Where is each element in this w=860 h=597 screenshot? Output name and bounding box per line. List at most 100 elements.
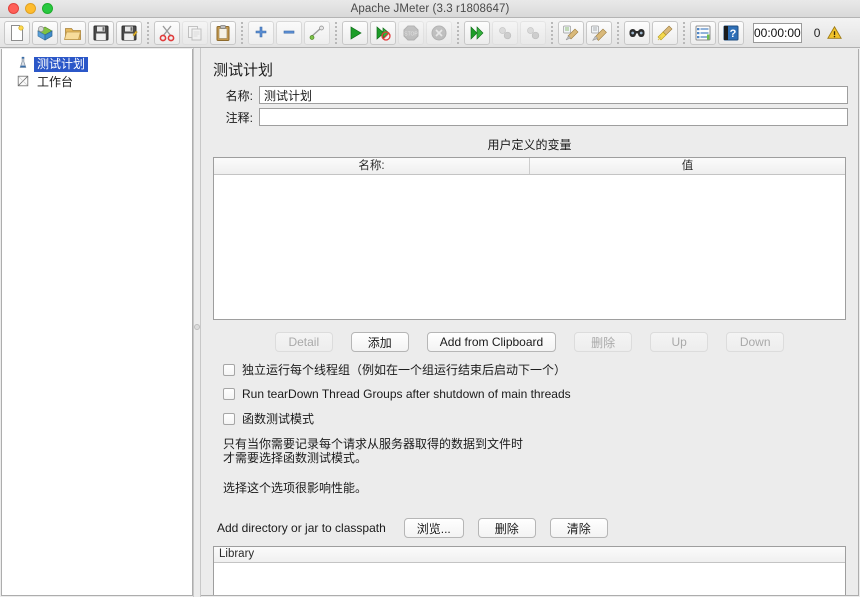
tree-node-workbench[interactable]: 工作台 (8, 73, 192, 91)
test-plan-config-panel: 测试计划 名称: 测试计划 注释: 用户定义的变量 名称: 值 Detail 添… (201, 49, 859, 596)
performance-note: 选择这个选项很影响性能。 (223, 481, 368, 495)
page-title: 测试计划 (213, 62, 274, 79)
run-teardown-label: Run tearDown Thread Groups after shutdow… (242, 387, 571, 401)
test-plan-tree-panel[interactable]: 测试计划 工作台 (1, 49, 193, 596)
table-header-row: 名称: 值 (214, 158, 845, 175)
toolbar-group-file (3, 20, 143, 45)
down-button[interactable]: Down (726, 332, 785, 352)
run-teardown-row[interactable]: Run tearDown Thread Groups after shutdow… (223, 387, 848, 401)
name-label: 名称: (225, 88, 253, 103)
svg-text:STOP: STOP (404, 31, 418, 37)
tree-node-label: 工作台 (37, 74, 74, 89)
templates-icon[interactable] (32, 20, 58, 45)
expand-all-icon[interactable] (248, 20, 274, 45)
user-defined-variables-table[interactable]: 名称: 值 (213, 157, 846, 320)
start-no-pauses-icon[interactable] (370, 20, 396, 45)
function-helper-icon[interactable] (690, 20, 716, 45)
cut-icon[interactable] (154, 20, 180, 45)
remote-shutdown-all-icon[interactable] (520, 20, 546, 45)
remote-stop-all-icon[interactable] (492, 20, 518, 45)
run-teardown-checkbox[interactable] (223, 388, 235, 400)
toolbar-group-run: STOP (341, 20, 453, 45)
toolbar-group-edit (153, 20, 237, 45)
functional-mode-checkbox[interactable] (223, 412, 235, 425)
copy-icon[interactable] (182, 20, 208, 45)
toolbar-separator (335, 21, 337, 44)
column-header-name[interactable]: 名称: (214, 158, 529, 174)
remote-start-all-icon[interactable] (464, 20, 490, 45)
classpath-label: Add directory or jar to classpath (217, 521, 386, 535)
toolbar-separator (241, 21, 243, 44)
shutdown-icon[interactable] (426, 20, 452, 45)
comment-input[interactable] (259, 108, 848, 126)
toolbar-group-remote (463, 20, 547, 45)
test-plan-icon (16, 56, 30, 73)
browse-button[interactable]: 浏览... (403, 518, 464, 538)
comment-label: 注释: (225, 110, 253, 125)
workbench-icon (16, 74, 30, 91)
window-title: Apache JMeter (3.3 r1808647) (350, 2, 510, 15)
toolbar-separator (551, 21, 553, 44)
classpath-delete-button[interactable]: 删除 (477, 518, 536, 538)
name-input[interactable]: 测试计划 (259, 86, 848, 104)
clear-icon[interactable] (558, 20, 584, 45)
serialize-threadgroups-checkbox[interactable] (223, 363, 235, 376)
functional-mode-row[interactable]: 函数测试模式 (223, 410, 848, 427)
classpath-clear-button[interactable]: 清除 (549, 518, 608, 538)
tree-node-test-plan[interactable]: 测试计划 (8, 55, 192, 73)
elapsed-time-field: 00:00:00 (753, 22, 802, 43)
toggle-icon[interactable] (304, 20, 330, 45)
main-split-pane: 测试计划 工作台 测试计划 名称: 测试计划 注释: 用户定义的变量 名称: 值… (0, 48, 860, 597)
split-pane-grip[interactable] (194, 324, 200, 330)
toolbar-separator (617, 21, 619, 44)
comment-field-row: 注释: (211, 108, 848, 126)
help-icon[interactable]: ? (718, 20, 744, 45)
toolbar-separator (457, 21, 459, 44)
toolbar-separator (683, 21, 685, 44)
split-pane-divider[interactable] (193, 48, 201, 597)
toolbar-group-clear (557, 20, 613, 45)
column-header-library[interactable]: Library (214, 547, 845, 563)
reset-search-icon[interactable] (652, 20, 678, 45)
toolbar-group-tree (247, 20, 331, 45)
tree-node-label: 测试计划 (34, 56, 89, 72)
window-titlebar: Apache JMeter (3.3 r1808647) (0, 0, 860, 18)
new-icon[interactable] (4, 20, 30, 45)
toolbar-group-search (623, 20, 679, 45)
functional-mode-note-line2: 才需要选择函数测试模式。 (223, 451, 368, 465)
save-icon[interactable] (88, 20, 114, 45)
table-body[interactable] (214, 175, 845, 319)
clear-all-icon[interactable] (586, 20, 612, 45)
warning-triangle-icon[interactable] (826, 25, 843, 41)
stop-icon[interactable]: STOP (398, 20, 424, 45)
library-table-body[interactable] (214, 563, 845, 595)
start-icon[interactable] (342, 20, 368, 45)
test-plan-tree: 测试计划 工作台 (2, 49, 192, 91)
open-icon[interactable] (60, 20, 86, 45)
functional-mode-label: 函数测试模式 (242, 412, 315, 426)
add-button[interactable]: 添加 (350, 332, 409, 352)
column-header-value[interactable]: 值 (529, 158, 845, 174)
paste-icon[interactable] (210, 20, 236, 45)
main-toolbar: STOP ? 00:00:00 0 (0, 18, 860, 48)
up-button[interactable]: Up (650, 332, 709, 352)
serialize-threadgroups-row[interactable]: 独立运行每个线程组（例如在一个组运行结束后启动下一个） (223, 361, 848, 378)
name-field-row: 名称: 测试计划 (211, 86, 848, 104)
delete-button[interactable]: 删除 (574, 332, 633, 352)
functional-mode-note: 只有当你需要记录每个请求从服务器取得的数据到文件时 才需要选择函数测试模式。 (223, 437, 848, 465)
warning-count: 0 (813, 25, 821, 40)
serialize-threadgroups-label: 独立运行每个线程组（例如在一个组运行结束后启动下一个） (242, 363, 567, 377)
search-icon[interactable] (624, 20, 650, 45)
functional-mode-note-line1: 只有当你需要记录每个请求从服务器取得的数据到文件时 (223, 437, 524, 451)
svg-text:?: ? (730, 28, 737, 40)
toolbar-group-help: ? (689, 20, 745, 45)
library-table[interactable]: Library (213, 546, 846, 595)
add-from-clipboard-button[interactable]: Add from Clipboard (426, 332, 557, 352)
collapse-all-icon[interactable] (276, 20, 302, 45)
save-as-icon[interactable] (116, 20, 142, 45)
detail-button[interactable]: Detail (274, 332, 333, 352)
variables-button-row: Detail 添加 Add from Clipboard 删除 Up Down (211, 332, 848, 352)
toolbar-separator (147, 21, 149, 44)
classpath-row: Add directory or jar to classpath 浏览... … (217, 518, 848, 538)
user-defined-variables-title: 用户定义的变量 (487, 138, 572, 152)
